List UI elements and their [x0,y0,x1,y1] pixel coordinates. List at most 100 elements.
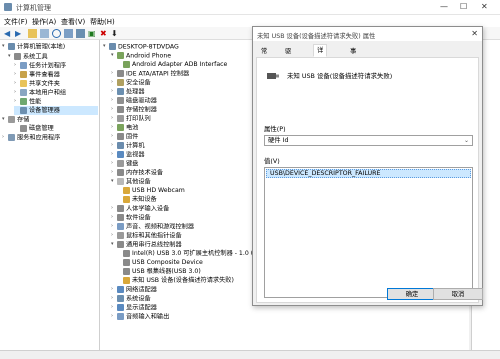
maximize-button[interactable]: ☐ [460,2,467,11]
usb-icon [123,267,130,275]
audio-icon [117,313,124,320]
device-category[interactable]: › 键盘 [111,159,138,168]
menu-action[interactable]: 操作(A) [32,17,56,27]
device-category[interactable]: › 系统设备 [111,294,151,303]
console-tree-icon[interactable] [40,29,49,38]
status-bar [0,350,500,359]
services-icon [8,134,15,141]
device-category[interactable]: › 监视器 [111,150,145,159]
device-item[interactable]: 未知设备 [123,195,157,204]
tree-item-local-users[interactable]: › 本地用户和组 [14,88,66,97]
device-item[interactable]: Android Adapter ADB Interface [123,60,227,69]
device-item[interactable]: USB Composite Device [123,258,203,267]
tree-item-event-viewer[interactable]: › 事件查看器 [14,70,60,79]
shared-folder-icon [20,80,27,87]
tree-item-system-tools[interactable]: ▾ 系统工具 [8,52,48,61]
tree-item-root[interactable]: ▾ 计算机管理(本地) [2,42,65,51]
device-item[interactable]: Intel(R) USB 3.0 可扩展主机控制器 - 1.0 ( [123,249,253,258]
menu-file[interactable]: 文件(F) [4,17,28,27]
event-icon [20,71,27,78]
tab-driver[interactable]: 驱动程序 [281,45,295,88]
warning-icon [123,276,130,284]
usb-icon [123,258,130,266]
controller-icon [117,70,124,77]
value-list[interactable]: USB\DEVICE_DESCRIPTOR_FAILURE [264,167,473,298]
security-icon [117,79,124,86]
menu-help[interactable]: 帮助(H) [90,17,115,27]
menu-view[interactable]: 查看(V) [61,17,85,27]
minimize-button[interactable]: — [440,2,448,11]
sound-icon [117,223,124,230]
storage-controller-icon [117,106,124,113]
tree-item-storage[interactable]: ▾ 存储 [2,115,29,124]
device-category[interactable]: › 鼠标和其他指针设备 [111,231,182,240]
device-category[interactable]: › 内存技术设备 [111,168,163,177]
device-tree[interactable]: ▾ DESKTOP-8TDVDAG ▾ Android Phone Android … [101,40,253,350]
close-button[interactable]: ✕ [481,2,488,11]
warning-icon [123,195,130,203]
device-root[interactable]: ▾ DESKTOP-8TDVDAG [103,42,179,51]
battery-icon [117,124,124,131]
chevron-down-icon: ⌄ [463,137,469,144]
tab-events[interactable]: 事件 [346,45,360,66]
device-category[interactable]: › 磁盘驱动器 [111,96,157,105]
tree-item-disk-management[interactable]: 磁盘管理 [14,124,54,133]
hid-icon [117,205,124,212]
device-manager-icon [20,106,27,114]
tree-item-task-scheduler[interactable]: › 任务计划程序 [14,61,66,70]
device-category[interactable]: › 人体学输入设备 [111,204,169,213]
tree-item-device-manager[interactable]: 设备管理器 [14,106,98,115]
properties-dialog: 未知 USB 设备(设备描述符请求失败) 属性 ✕ 常规 驱动程序 详细信息 事… [252,26,483,306]
phone-icon [123,60,130,68]
dialog-close-button[interactable]: ✕ [471,29,478,38]
enable-device-icon[interactable]: ⬇ [111,29,120,38]
device-category[interactable]: › 处理器 [111,87,145,96]
uninstall-icon[interactable]: ✖ [100,29,109,38]
system-device-icon [117,295,124,302]
device-category[interactable]: › 显示适配器 [111,303,157,312]
tab-general[interactable]: 常规 [257,45,271,66]
tab-details[interactable]: 详细信息 [313,44,328,87]
device-category[interactable]: › 声音、视频和游戏控制器 [111,222,194,231]
tree-item-performance[interactable]: › 性能 [14,97,41,106]
device-category[interactable]: › 固件 [111,132,138,141]
value-item[interactable]: USB\DEVICE_DESCRIPTOR_FAILURE [266,169,471,178]
back-icon[interactable]: ◀ [4,29,13,38]
tree-item-shared-folders[interactable]: › 共享文件夹 [14,79,60,88]
tree-item-services-apps[interactable]: › 服务和应用程序 [2,133,60,142]
phone-icon [117,52,124,59]
device-category[interactable]: › 打印队列 [111,114,151,123]
device-category[interactable]: › IDE ATA/ATAPI 控制器 [111,69,189,78]
dialog-title: 未知 USB 设备(设备描述符请求失败) 属性 [257,33,376,40]
properties-icon[interactable] [64,29,73,38]
device-category[interactable]: › 存储控制器 [111,105,157,114]
help-icon[interactable] [52,29,61,38]
console-tree[interactable]: ▾ 计算机管理(本地) ▾ 系统工具 › 任务计划程序 › 事件查看器 › 共享文件夹 ›… [0,40,100,350]
device-item[interactable]: 未知 USB 设备(设备描述符请求失败) [123,276,234,285]
device-category[interactable]: › 网络适配器 [111,285,157,294]
device-category[interactable]: ▾ 其他设备 [111,177,151,186]
folder-icon[interactable] [28,29,37,38]
cancel-button[interactable]: 取消 [433,288,483,300]
ok-button[interactable]: 确定 [387,288,437,300]
device-category[interactable]: ▾ Android Phone [111,51,171,60]
firmware-icon [117,133,124,140]
device-category[interactable]: ▾ 通用串行总线控制器 [111,240,182,249]
update-driver-icon[interactable]: ▣ [88,29,97,38]
usb-icon [123,249,130,257]
device-category[interactable]: › 计算机 [111,141,145,150]
computer-icon [117,142,124,149]
property-dropdown[interactable]: 硬件 Id ⌄ [264,135,473,146]
device-category[interactable]: › 软件设备 [111,213,151,222]
performance-icon [20,98,27,105]
device-category[interactable]: › 电池 [111,123,138,132]
device-item[interactable]: USB 根集线器(USB 3.0) [123,267,201,276]
clock-icon [20,62,27,69]
device-category[interactable]: › 安全设备 [111,78,151,87]
forward-icon[interactable]: ▶ [15,29,24,38]
value-label: 值(V) [264,157,280,165]
scan-hardware-icon[interactable] [76,29,85,38]
device-category[interactable]: › 音频输入和输出 [111,312,169,321]
disk-icon [20,124,27,132]
device-item[interactable]: USB HD Webcam [123,186,185,195]
